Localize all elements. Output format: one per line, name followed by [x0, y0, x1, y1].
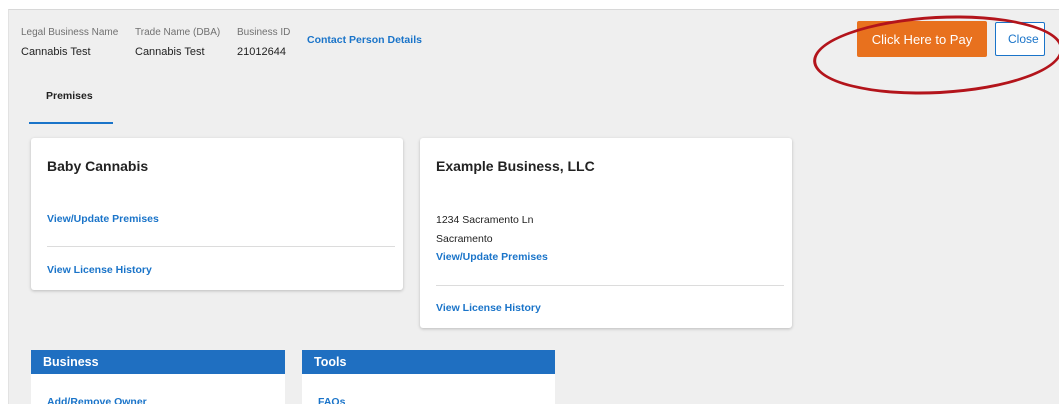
card-divider	[436, 285, 784, 286]
view-license-history-link[interactable]: View License History	[436, 302, 541, 314]
view-update-premises-link[interactable]: View/Update Premises	[436, 251, 548, 263]
view-update-premises-link[interactable]: View/Update Premises	[47, 213, 159, 225]
card-title: Example Business, LLC	[436, 158, 595, 174]
tools-panel-header: Tools	[302, 350, 555, 374]
active-tab-indicator	[29, 122, 113, 124]
address-line-1: 1234 Sacramento Ln	[436, 214, 534, 226]
close-button[interactable]: Close	[995, 22, 1045, 56]
address-line-2: Sacramento	[436, 233, 493, 245]
business-panel-header: Business	[31, 350, 285, 374]
tab-premises[interactable]: Premises	[31, 90, 113, 102]
card-divider	[47, 246, 395, 247]
view-license-history-link[interactable]: View License History	[47, 264, 152, 276]
business-id-value: 21012644	[237, 46, 286, 58]
legal-name-value: Cannabis Test	[21, 46, 91, 58]
business-panel: Business Add/Remove Owner	[31, 350, 285, 404]
contact-person-link[interactable]: Contact Person Details	[307, 34, 422, 46]
premises-card-baby-cannabis: Baby Cannabis View/Update Premises View …	[31, 138, 403, 290]
premises-card-example-business: Example Business, LLC 1234 Sacramento Ln…	[420, 138, 792, 328]
business-id-label: Business ID	[237, 27, 291, 38]
tools-panel: Tools FAQs	[302, 350, 555, 404]
card-title: Baby Cannabis	[47, 158, 149, 174]
dba-label: Trade Name (DBA)	[135, 27, 221, 38]
pay-button[interactable]: Click Here to Pay	[857, 21, 987, 57]
app-frame: Legal Business Name Cannabis Test Trade …	[8, 9, 1059, 404]
dba-value: Cannabis Test	[135, 46, 205, 58]
legal-name-label: Legal Business Name	[21, 27, 119, 38]
